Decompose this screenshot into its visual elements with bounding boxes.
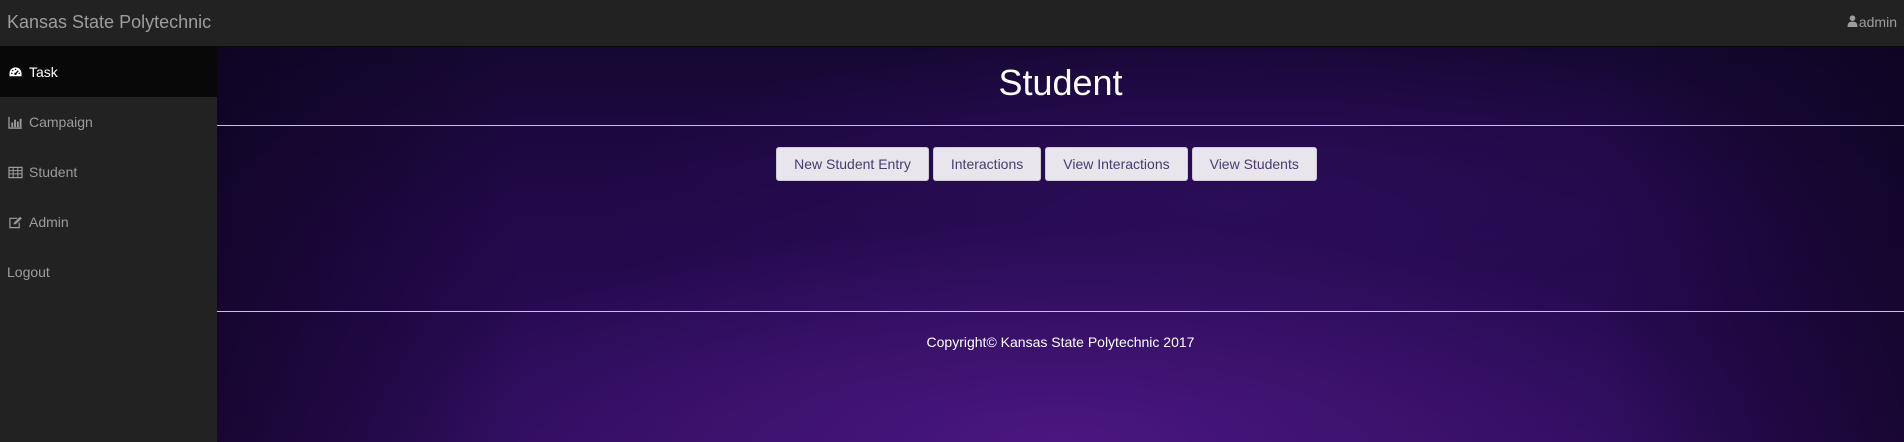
sidebar-item-label: Task (29, 64, 58, 80)
view-students-button[interactable]: View Students (1191, 147, 1317, 181)
main-content: Student New Student Entry Interactions V… (217, 47, 1904, 442)
sidebar-item-student[interactable]: Student (0, 147, 217, 197)
sidebar: Task Campaign Student Admin Logout (0, 47, 217, 442)
sidebar-item-label: Logout (7, 264, 50, 280)
new-student-entry-button[interactable]: New Student Entry (776, 147, 929, 181)
sidebar-item-logout[interactable]: Logout (0, 247, 217, 297)
view-interactions-button[interactable]: View Interactions (1045, 147, 1188, 181)
sidebar-item-label: Student (29, 164, 78, 180)
user-menu[interactable]: admin (1847, 14, 1897, 30)
table-icon (7, 165, 23, 179)
page-title: Student (998, 62, 1123, 103)
action-buttons: New Student Entry Interactions View Inte… (217, 147, 1904, 181)
sidebar-item-label: Admin (29, 214, 69, 230)
brand-title[interactable]: Kansas State Polytechnic (7, 12, 211, 32)
background-vignette (217, 47, 1904, 442)
divider-top (217, 125, 1904, 126)
footer-copyright: Copyright© Kansas State Polytechnic 2017 (926, 334, 1195, 350)
interactions-button[interactable]: Interactions (932, 147, 1042, 181)
user-name: admin (1858, 14, 1897, 30)
bar-chart-icon (7, 115, 23, 129)
sidebar-item-task[interactable]: Task (0, 47, 217, 97)
divider-bottom (217, 311, 1904, 312)
dashboard-icon (7, 65, 23, 79)
top-navbar: Kansas State Polytechnic admin (0, 0, 1904, 47)
user-icon (1847, 14, 1859, 30)
sidebar-item-campaign[interactable]: Campaign (0, 97, 217, 147)
sidebar-item-admin[interactable]: Admin (0, 197, 217, 247)
sidebar-item-label: Campaign (29, 114, 93, 130)
edit-icon (7, 215, 23, 229)
